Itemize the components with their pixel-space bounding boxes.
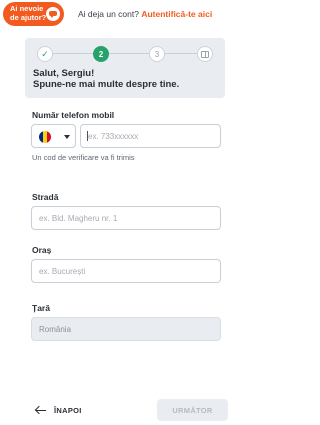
top-bar: Ai nevoie de ajutor? Ai deja un cont? Au… xyxy=(0,0,250,30)
phone-hint: Un cod de verificare va fi trimis xyxy=(32,153,135,162)
help-button-label: Ai nevoie de ajutor? xyxy=(10,4,47,22)
city-input[interactable] xyxy=(31,259,221,283)
greeting-line-2: Spune-ne mai multe despre tine. xyxy=(33,79,180,90)
chevron-down-icon xyxy=(64,135,70,139)
step-1-check-icon: ✓ xyxy=(37,46,53,62)
street-label: Stradă xyxy=(32,192,59,202)
country-label: Țară xyxy=(32,303,50,313)
step-final xyxy=(197,46,213,62)
step-connector xyxy=(109,53,149,54)
street-input[interactable] xyxy=(31,206,221,230)
progress-stepper: ✓ 2 3 xyxy=(37,46,213,62)
login-link[interactable]: Autentifică-te aici xyxy=(141,9,212,19)
step-connector xyxy=(53,53,93,54)
step-2-current: 2 xyxy=(93,46,109,62)
phone-input[interactable] xyxy=(80,124,221,148)
step-connector xyxy=(165,53,197,54)
arrow-left-icon xyxy=(35,406,46,414)
phone-label: Număr telefon mobil xyxy=(32,110,115,120)
city-label: Oraș xyxy=(32,245,52,255)
next-button[interactable]: URMĂTOR xyxy=(157,399,228,421)
greeting-text: Salut, Sergiu! Spune-ne mai multe despre… xyxy=(33,68,179,90)
greeting-line-1: Salut, Sergiu! xyxy=(33,68,95,79)
country-code-select[interactable] xyxy=(31,124,76,148)
account-question: Ai deja un cont? xyxy=(78,9,139,19)
country-input xyxy=(31,317,221,341)
help-button[interactable]: Ai nevoie de ajutor? xyxy=(3,2,64,26)
back-button[interactable]: ÎNAPOI xyxy=(35,402,82,418)
romania-flag-icon xyxy=(39,131,51,143)
chat-bubble-icon xyxy=(46,7,60,21)
account-prompt: Ai deja un cont? Autentifică-te aici xyxy=(78,9,212,19)
step-3: 3 xyxy=(149,46,165,62)
text-cursor xyxy=(87,131,88,141)
header-panel: ✓ 2 3 Salut, Sergiu! Spune-ne mai multe … xyxy=(25,38,225,98)
gift-icon xyxy=(201,50,209,58)
back-button-label: ÎNAPOI xyxy=(54,405,82,415)
